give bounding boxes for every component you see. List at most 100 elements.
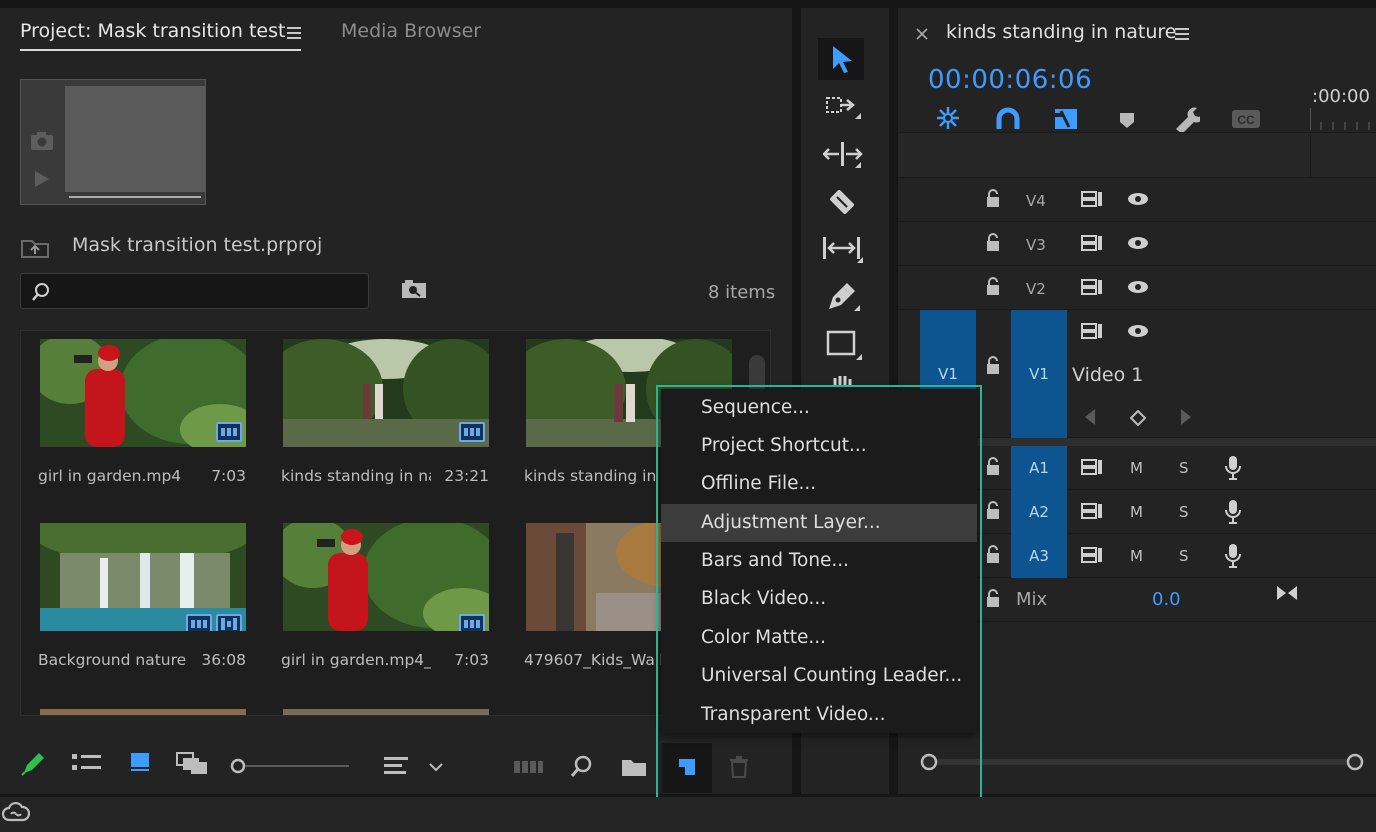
sequence-tab[interactable]: kinds standing in nature: [946, 21, 1176, 43]
sync-icon[interactable]: [1080, 234, 1104, 252]
eye-icon[interactable]: [1126, 323, 1150, 339]
audio-badge-icon: [216, 614, 242, 631]
sort-icon[interactable]: [384, 755, 410, 777]
wrench-icon[interactable]: [1172, 105, 1200, 133]
zoom-handle-right[interactable]: [1346, 753, 1364, 771]
freeform-view-icon[interactable]: [175, 751, 209, 775]
eye-icon[interactable]: [1126, 191, 1150, 207]
playhead-timecode[interactable]: 00:00:06:06: [928, 65, 1092, 95]
mute-button[interactable]: M: [1130, 547, 1143, 565]
lock-icon[interactable]: [985, 589, 1001, 609]
previous-keyframe-icon[interactable]: [1084, 408, 1096, 426]
hamburger-menu-icon[interactable]: [1175, 28, 1189, 40]
linked-selection-icon[interactable]: [1053, 105, 1081, 133]
preview-scrub-bar[interactable]: [69, 196, 201, 198]
zoom-slider[interactable]: [229, 758, 351, 774]
icon-view-icon[interactable]: [129, 751, 151, 773]
clip-duration: 7:03: [211, 467, 246, 485]
clip-thumbnail[interactable]: [283, 339, 489, 447]
slip-tool-icon[interactable]: [821, 234, 863, 264]
clip-item[interactable]: Background nature 1... 36:08: [38, 523, 250, 673]
chevron-down-icon[interactable]: [428, 762, 444, 772]
solo-button[interactable]: S: [1179, 459, 1189, 477]
lock-icon[interactable]: [985, 501, 1001, 521]
microphone-icon[interactable]: [1224, 543, 1242, 569]
next-keyframe-icon[interactable]: [1180, 408, 1192, 426]
sync-icon[interactable]: [1080, 502, 1104, 520]
timeline-header-area: [898, 132, 1376, 178]
rectangle-tool-icon[interactable]: [826, 330, 862, 362]
mute-button[interactable]: M: [1130, 503, 1143, 521]
clip-thumbnail[interactable]: [40, 339, 246, 447]
folder-icon[interactable]: [621, 757, 647, 777]
sync-icon[interactable]: [1080, 190, 1104, 208]
pencil-icon[interactable]: [20, 751, 46, 777]
find-icon[interactable]: [570, 755, 594, 779]
track-name: Video 1: [1072, 364, 1144, 386]
list-view-icon[interactable]: [72, 753, 102, 773]
razor-tool-icon[interactable]: [828, 188, 858, 218]
creative-cloud-icon[interactable]: [2, 800, 30, 824]
clip-thumbnail[interactable]: [283, 709, 489, 715]
track-target-a2[interactable]: A2: [1011, 490, 1067, 534]
play-icon[interactable]: [33, 170, 51, 188]
track-target-v1[interactable]: V1: [1011, 310, 1067, 438]
solo-button[interactable]: S: [1179, 547, 1189, 565]
track-select-tool-icon[interactable]: [825, 94, 861, 124]
lock-icon[interactable]: [985, 189, 1001, 209]
search-input[interactable]: [20, 273, 369, 309]
track-row-v2[interactable]: V2: [898, 266, 1376, 310]
find-icon[interactable]: [401, 278, 427, 300]
eye-icon[interactable]: [1126, 279, 1150, 295]
pen-tool-icon[interactable]: [826, 280, 860, 312]
clip-duration: 23:21: [444, 467, 489, 485]
lock-icon[interactable]: [985, 457, 1001, 477]
track-target-a1[interactable]: A1: [1011, 446, 1067, 490]
add-keyframe-icon[interactable]: [1130, 410, 1146, 426]
tab-project[interactable]: Project: Mask transition test: [20, 20, 285, 42]
lock-icon[interactable]: [985, 277, 1001, 297]
zoom-track[interactable]: [928, 759, 1358, 765]
clip-name: 479607_Kids_Walk: [524, 651, 669, 669]
lock-icon[interactable]: [985, 545, 1001, 565]
sync-icon[interactable]: [1080, 322, 1104, 340]
lock-icon[interactable]: [985, 233, 1001, 253]
mute-button[interactable]: M: [1130, 459, 1143, 477]
microphone-icon[interactable]: [1224, 455, 1242, 481]
time-ruler[interactable]: [1310, 108, 1376, 130]
solo-button[interactable]: S: [1179, 503, 1189, 521]
clip-item[interactable]: girl in garden.mp4_R... 7:03: [281, 523, 493, 673]
ripple-edit-tool-icon[interactable]: [823, 140, 863, 170]
close-icon[interactable]: [916, 28, 928, 40]
timeline-zoom-scrollbar[interactable]: [918, 750, 1368, 774]
bin-up-icon[interactable]: [20, 236, 50, 258]
menu-highlight-frame: [656, 385, 982, 799]
clip-item[interactable]: girl in garden.mp4 7:03: [38, 339, 250, 489]
track-row-v3[interactable]: V3: [898, 222, 1376, 266]
selection-tool-button[interactable]: [818, 38, 864, 80]
clip-thumbnail[interactable]: [40, 523, 246, 631]
snap-icon[interactable]: [995, 107, 1021, 131]
automate-sequence-icon[interactable]: [514, 759, 544, 775]
camera-icon[interactable]: [29, 130, 55, 152]
mix-value[interactable]: 0.0: [1152, 589, 1181, 610]
sync-icon[interactable]: [1080, 546, 1104, 564]
hamburger-menu-icon[interactable]: [287, 27, 301, 39]
track-label: V4: [1026, 192, 1046, 210]
microphone-icon[interactable]: [1224, 499, 1242, 525]
captions-icon[interactable]: CC: [1231, 109, 1261, 129]
sync-icon[interactable]: [1080, 458, 1104, 476]
marker-icon[interactable]: [1118, 111, 1136, 129]
sync-icon[interactable]: [1080, 278, 1104, 296]
track-target-a3[interactable]: A3: [1011, 534, 1067, 578]
video-badge-icon: [186, 614, 212, 631]
track-row-v4[interactable]: V4: [898, 178, 1376, 222]
lock-icon[interactable]: [985, 356, 1001, 376]
eye-icon[interactable]: [1126, 235, 1150, 251]
mix-pan-icon[interactable]: [1276, 584, 1298, 602]
nest-sequence-icon[interactable]: [934, 105, 962, 131]
clip-item[interactable]: kinds standing in na... 23:21: [281, 339, 493, 489]
tab-media-browser[interactable]: Media Browser: [341, 20, 481, 42]
clip-thumbnail[interactable]: [40, 709, 246, 715]
clip-thumbnail[interactable]: [283, 523, 489, 631]
